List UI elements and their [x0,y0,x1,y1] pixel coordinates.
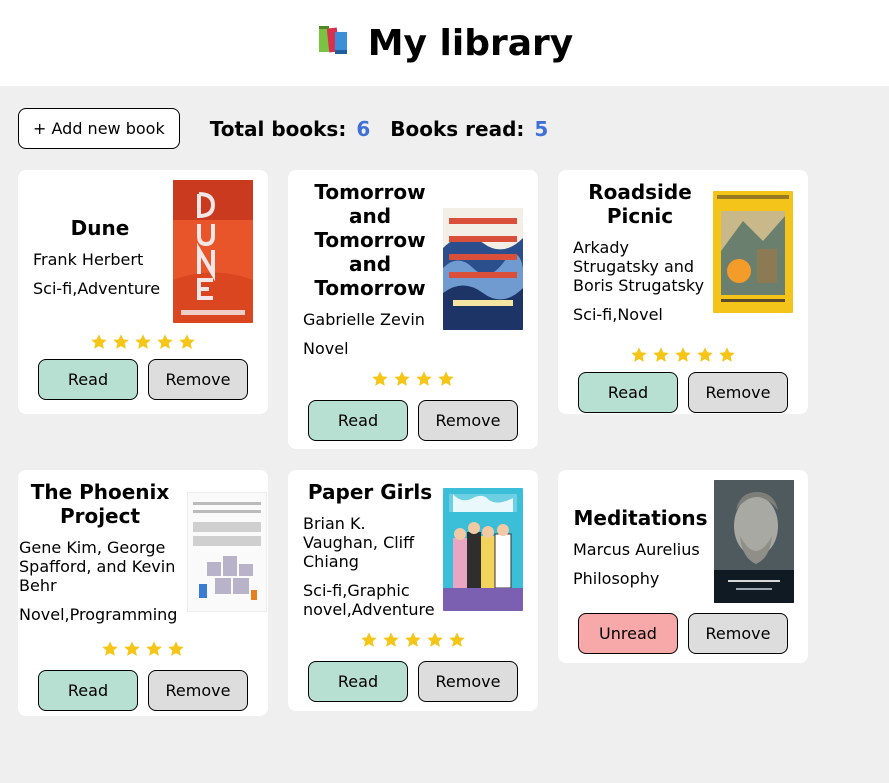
book-cover-image [714,480,794,603]
book-cover-image [443,488,523,611]
book-card: Tomorrow and Tomorrow and Tomorrow Gabri… [288,170,538,449]
book-author: Gabrielle Zevin [303,310,425,329]
page-header: My library [0,0,889,86]
remove-button[interactable]: Remove [148,359,248,400]
book-cover-image [713,191,793,313]
books-read-label: Books read: [390,116,525,141]
star-icon [143,640,165,660]
book-genre: Novel,Programming [19,605,178,624]
book-title: The Phoenix Project [30,480,170,528]
total-books-label: Total books: [209,116,347,141]
book-card: Roadside Picnic Arkady Strugatsky and Bo… [558,170,808,414]
read-status-button[interactable]: Read [578,372,678,413]
book-cover-image [443,208,523,330]
remove-button[interactable]: Remove [418,400,518,441]
book-genre: Sci-fi,Graphic novel,Adventure [303,581,435,619]
star-icon [176,333,198,353]
star-icon [650,346,672,366]
star-icon [628,346,650,366]
book-author: Gene Kim, George Spafford, and Kevin Beh… [19,538,176,595]
read-status-button[interactable]: Read [38,670,138,711]
remove-button[interactable]: Remove [418,661,518,702]
rating-stars [288,631,538,651]
remove-button[interactable]: Remove [688,372,788,413]
books-read-count: 5 [534,116,549,141]
star-icon [369,370,391,390]
book-card: Paper Girls Brian K. Vaughan, Cliff Chia… [288,470,538,711]
books-icon [316,22,354,64]
star-icon [446,631,468,651]
unread-status-button[interactable]: Unread [578,613,678,654]
book-author: Brian K. Vaughan, Cliff Chiang [303,514,415,571]
book-author: Frank Herbert [33,249,144,269]
book-cover-image [187,492,267,612]
read-status-button[interactable]: Read [38,359,138,400]
book-genre: Novel [303,339,349,358]
star-icon [165,640,187,660]
star-icon [716,346,738,366]
read-status-button[interactable]: Read [308,661,408,702]
page-title: My library [367,22,574,64]
book-cover-image [173,180,253,323]
star-icon [121,640,143,660]
star-icon [99,640,121,660]
read-status-button[interactable]: Read [308,400,408,441]
rating-stars [18,333,268,353]
star-icon [402,631,424,651]
rating-stars [288,370,538,390]
star-icon [88,333,110,353]
star-icon [391,370,413,390]
star-icon [694,346,716,366]
toolbar: + Add new book Total books: 6 Books read:… [0,86,889,149]
book-card: Meditations Marcus Aurelius Philosophy U… [558,470,808,663]
star-icon [132,333,154,353]
star-icon [435,370,457,390]
books-read-stat: Books read: 5 [390,117,548,141]
book-genre: Philosophy [573,568,660,588]
total-books-stat: Total books: 6 [210,117,371,141]
rating-stars [18,640,268,660]
star-icon [380,631,402,651]
book-title: Roadside Picnic [588,180,692,228]
book-card: The Phoenix Project Gene Kim, George Spa… [18,470,268,716]
book-genre: Sci-fi,Adventure [33,278,161,298]
book-title: Dune [70,215,130,240]
rating-stars [558,346,808,366]
total-books-count: 6 [356,116,371,141]
add-new-book-button[interactable]: + Add new book [18,108,180,149]
star-icon [110,333,132,353]
book-title: Meditations [573,505,708,530]
book-title: Tomorrow and Tomorrow and Tomorrow [314,180,426,300]
remove-button[interactable]: Remove [148,670,248,711]
star-icon [358,631,380,651]
remove-button[interactable]: Remove [688,613,788,654]
book-genre: Sci-fi,Novel [573,305,663,324]
star-icon [672,346,694,366]
star-icon [413,370,435,390]
book-card: Dune Frank Herbert Sci-fi,Adventure Read… [18,170,268,414]
book-author: Arkady Strugatsky and Boris Strugatsky [573,238,705,295]
book-title: Paper Girls [307,480,433,504]
book-author: Marcus Aurelius [573,539,700,559]
star-icon [154,333,176,353]
star-icon [424,631,446,651]
